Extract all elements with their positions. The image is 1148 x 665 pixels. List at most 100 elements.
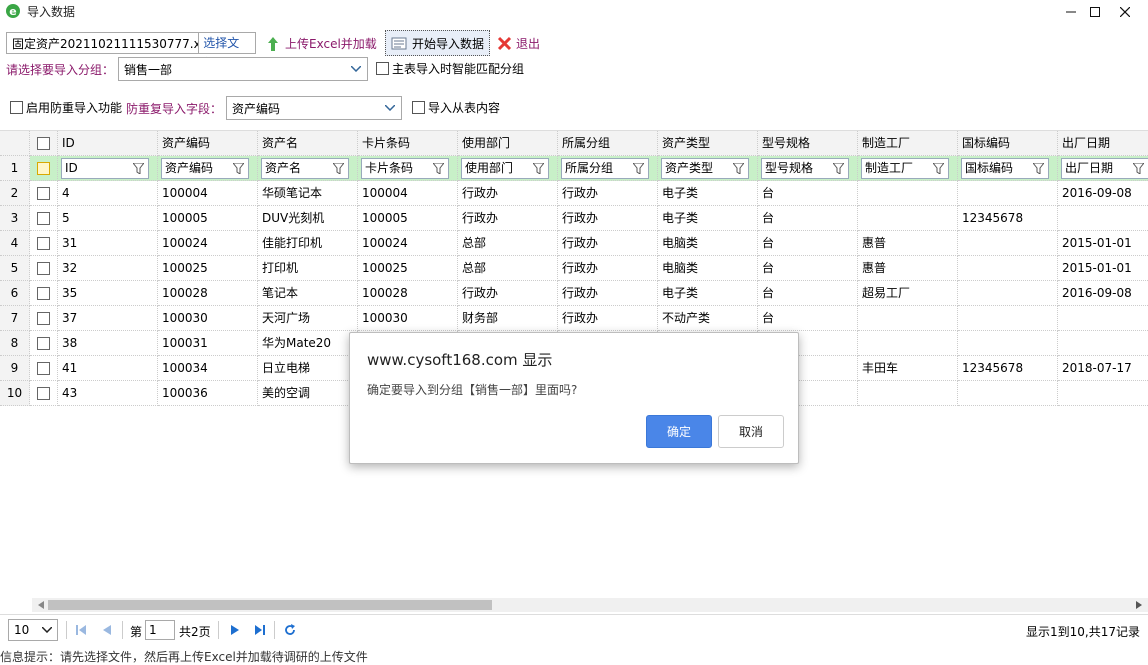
- table-cell[interactable]: 100005: [158, 206, 258, 231]
- table-cell[interactable]: [1058, 381, 1148, 406]
- group-select[interactable]: 销售一部: [118, 57, 368, 81]
- table-cell[interactable]: 电子类: [658, 281, 758, 306]
- horizontal-scrollbar[interactable]: [32, 598, 1148, 612]
- table-cell[interactable]: 32: [58, 256, 158, 281]
- table-cell[interactable]: 2015-01-01: [1058, 231, 1148, 256]
- filter-funnel-icon[interactable]: [233, 163, 244, 174]
- table-cell[interactable]: 38: [58, 331, 158, 356]
- prev-page-icon[interactable]: [100, 623, 114, 637]
- table-cell[interactable]: 超易工厂: [858, 281, 958, 306]
- table-cell[interactable]: 打印机: [258, 256, 358, 281]
- page-number-input[interactable]: 1: [145, 620, 175, 640]
- file-name-field[interactable]: 固定资产20211021111530777.xls: [7, 35, 198, 52]
- filter-funnel-icon[interactable]: [833, 163, 844, 174]
- refresh-icon[interactable]: [283, 623, 297, 637]
- choose-file-button[interactable]: 选择文件: [198, 33, 255, 70]
- table-cell[interactable]: 100036: [158, 381, 258, 406]
- table-cell[interactable]: 100028: [158, 281, 258, 306]
- column-header[interactable]: 国标编码: [958, 131, 1058, 156]
- table-cell[interactable]: 100034: [158, 356, 258, 381]
- column-filter-input[interactable]: 国标编码: [961, 158, 1049, 179]
- table-cell[interactable]: 电子类: [658, 206, 758, 231]
- upload-excel-button[interactable]: 上传Excel并加载: [266, 35, 377, 52]
- table-cell[interactable]: 41: [58, 356, 158, 381]
- filter-funnel-icon[interactable]: [633, 163, 644, 174]
- table-cell[interactable]: 43: [58, 381, 158, 406]
- table-cell[interactable]: 台: [758, 256, 858, 281]
- column-header[interactable]: 所属分组: [558, 131, 658, 156]
- table-cell[interactable]: 2016-09-08: [1058, 181, 1148, 206]
- row-select-cell[interactable]: [30, 231, 58, 256]
- row-select-checkbox[interactable]: [37, 362, 50, 375]
- table-cell[interactable]: 美的空调: [258, 381, 358, 406]
- table-cell[interactable]: 台: [758, 281, 858, 306]
- table-cell[interactable]: 总部: [458, 231, 558, 256]
- scrollbar-thumb[interactable]: [48, 600, 492, 610]
- table-cell[interactable]: 2015-01-01: [1058, 256, 1148, 281]
- dialog-cancel-button[interactable]: 取消: [718, 415, 784, 448]
- table-cell[interactable]: [958, 331, 1058, 356]
- table-cell[interactable]: 财务部: [458, 306, 558, 331]
- column-filter-input[interactable]: 型号规格: [761, 158, 849, 179]
- table-cell[interactable]: [858, 381, 958, 406]
- column-filter-input[interactable]: ID: [61, 158, 149, 179]
- table-cell[interactable]: 笔记本: [258, 281, 358, 306]
- filter-funnel-icon[interactable]: [133, 163, 144, 174]
- table-cell[interactable]: 行政办: [458, 281, 558, 306]
- table-cell[interactable]: 31: [58, 231, 158, 256]
- column-filter-input[interactable]: 卡片条码: [361, 158, 449, 179]
- table-cell[interactable]: 35: [58, 281, 158, 306]
- filter-funnel-icon[interactable]: [433, 163, 444, 174]
- table-cell[interactable]: 行政办: [558, 206, 658, 231]
- table-cell[interactable]: 100004: [158, 181, 258, 206]
- table-cell[interactable]: [858, 206, 958, 231]
- table-cell[interactable]: 100025: [358, 256, 458, 281]
- dialog-ok-button[interactable]: 确定: [646, 415, 712, 448]
- table-cell[interactable]: DUV光刻机: [258, 206, 358, 231]
- column-filter-input[interactable]: 所属分组: [561, 158, 649, 179]
- table-cell[interactable]: 100025: [158, 256, 258, 281]
- table-cell[interactable]: 华为Mate20: [258, 331, 358, 356]
- column-filter-input[interactable]: 资产名: [261, 158, 349, 179]
- table-cell[interactable]: 100028: [358, 281, 458, 306]
- scroll-left-icon[interactable]: [34, 600, 48, 610]
- column-header[interactable]: 出厂日期: [1058, 131, 1148, 156]
- table-cell[interactable]: 台: [758, 231, 858, 256]
- table-cell[interactable]: 4: [58, 181, 158, 206]
- row-select-cell[interactable]: [30, 206, 58, 231]
- select-all-cell[interactable]: [30, 131, 58, 156]
- column-header[interactable]: 使用部门: [458, 131, 558, 156]
- filter-funnel-icon[interactable]: [533, 163, 544, 174]
- table-cell[interactable]: 100024: [158, 231, 258, 256]
- table-cell[interactable]: 台: [758, 181, 858, 206]
- smart-match-checkbox-box[interactable]: [376, 62, 389, 75]
- row-select-cell[interactable]: [30, 281, 58, 306]
- table-cell[interactable]: [1058, 331, 1148, 356]
- row-select-cell[interactable]: [30, 381, 58, 406]
- table-cell[interactable]: 2018-07-17: [1058, 356, 1148, 381]
- table-cell[interactable]: 100030: [358, 306, 458, 331]
- table-cell[interactable]: 100005: [358, 206, 458, 231]
- row-select-checkbox[interactable]: [37, 237, 50, 250]
- table-cell[interactable]: 惠普: [858, 231, 958, 256]
- row-select-cell[interactable]: [30, 331, 58, 356]
- table-cell[interactable]: 华硕笔记本: [258, 181, 358, 206]
- row-select-checkbox[interactable]: [37, 187, 50, 200]
- next-page-icon[interactable]: [228, 623, 242, 637]
- table-cell[interactable]: 2016-09-08: [1058, 281, 1148, 306]
- table-cell[interactable]: 佳能打印机: [258, 231, 358, 256]
- table-cell[interactable]: 37: [58, 306, 158, 331]
- table-cell[interactable]: [858, 306, 958, 331]
- row-select-checkbox[interactable]: [37, 387, 50, 400]
- column-header[interactable]: 型号规格: [758, 131, 858, 156]
- table-cell[interactable]: 行政办: [558, 256, 658, 281]
- table-cell[interactable]: [858, 181, 958, 206]
- table-cell[interactable]: [958, 181, 1058, 206]
- table-cell[interactable]: 日立电梯: [258, 356, 358, 381]
- table-cell[interactable]: 总部: [458, 256, 558, 281]
- exit-button[interactable]: 退出: [497, 35, 540, 52]
- file-picker[interactable]: 固定资产20211021111530777.xls 选择文件: [6, 32, 256, 70]
- table-cell[interactable]: 天河广场: [258, 306, 358, 331]
- table-cell[interactable]: [1058, 306, 1148, 331]
- row-select-cell[interactable]: [30, 306, 58, 331]
